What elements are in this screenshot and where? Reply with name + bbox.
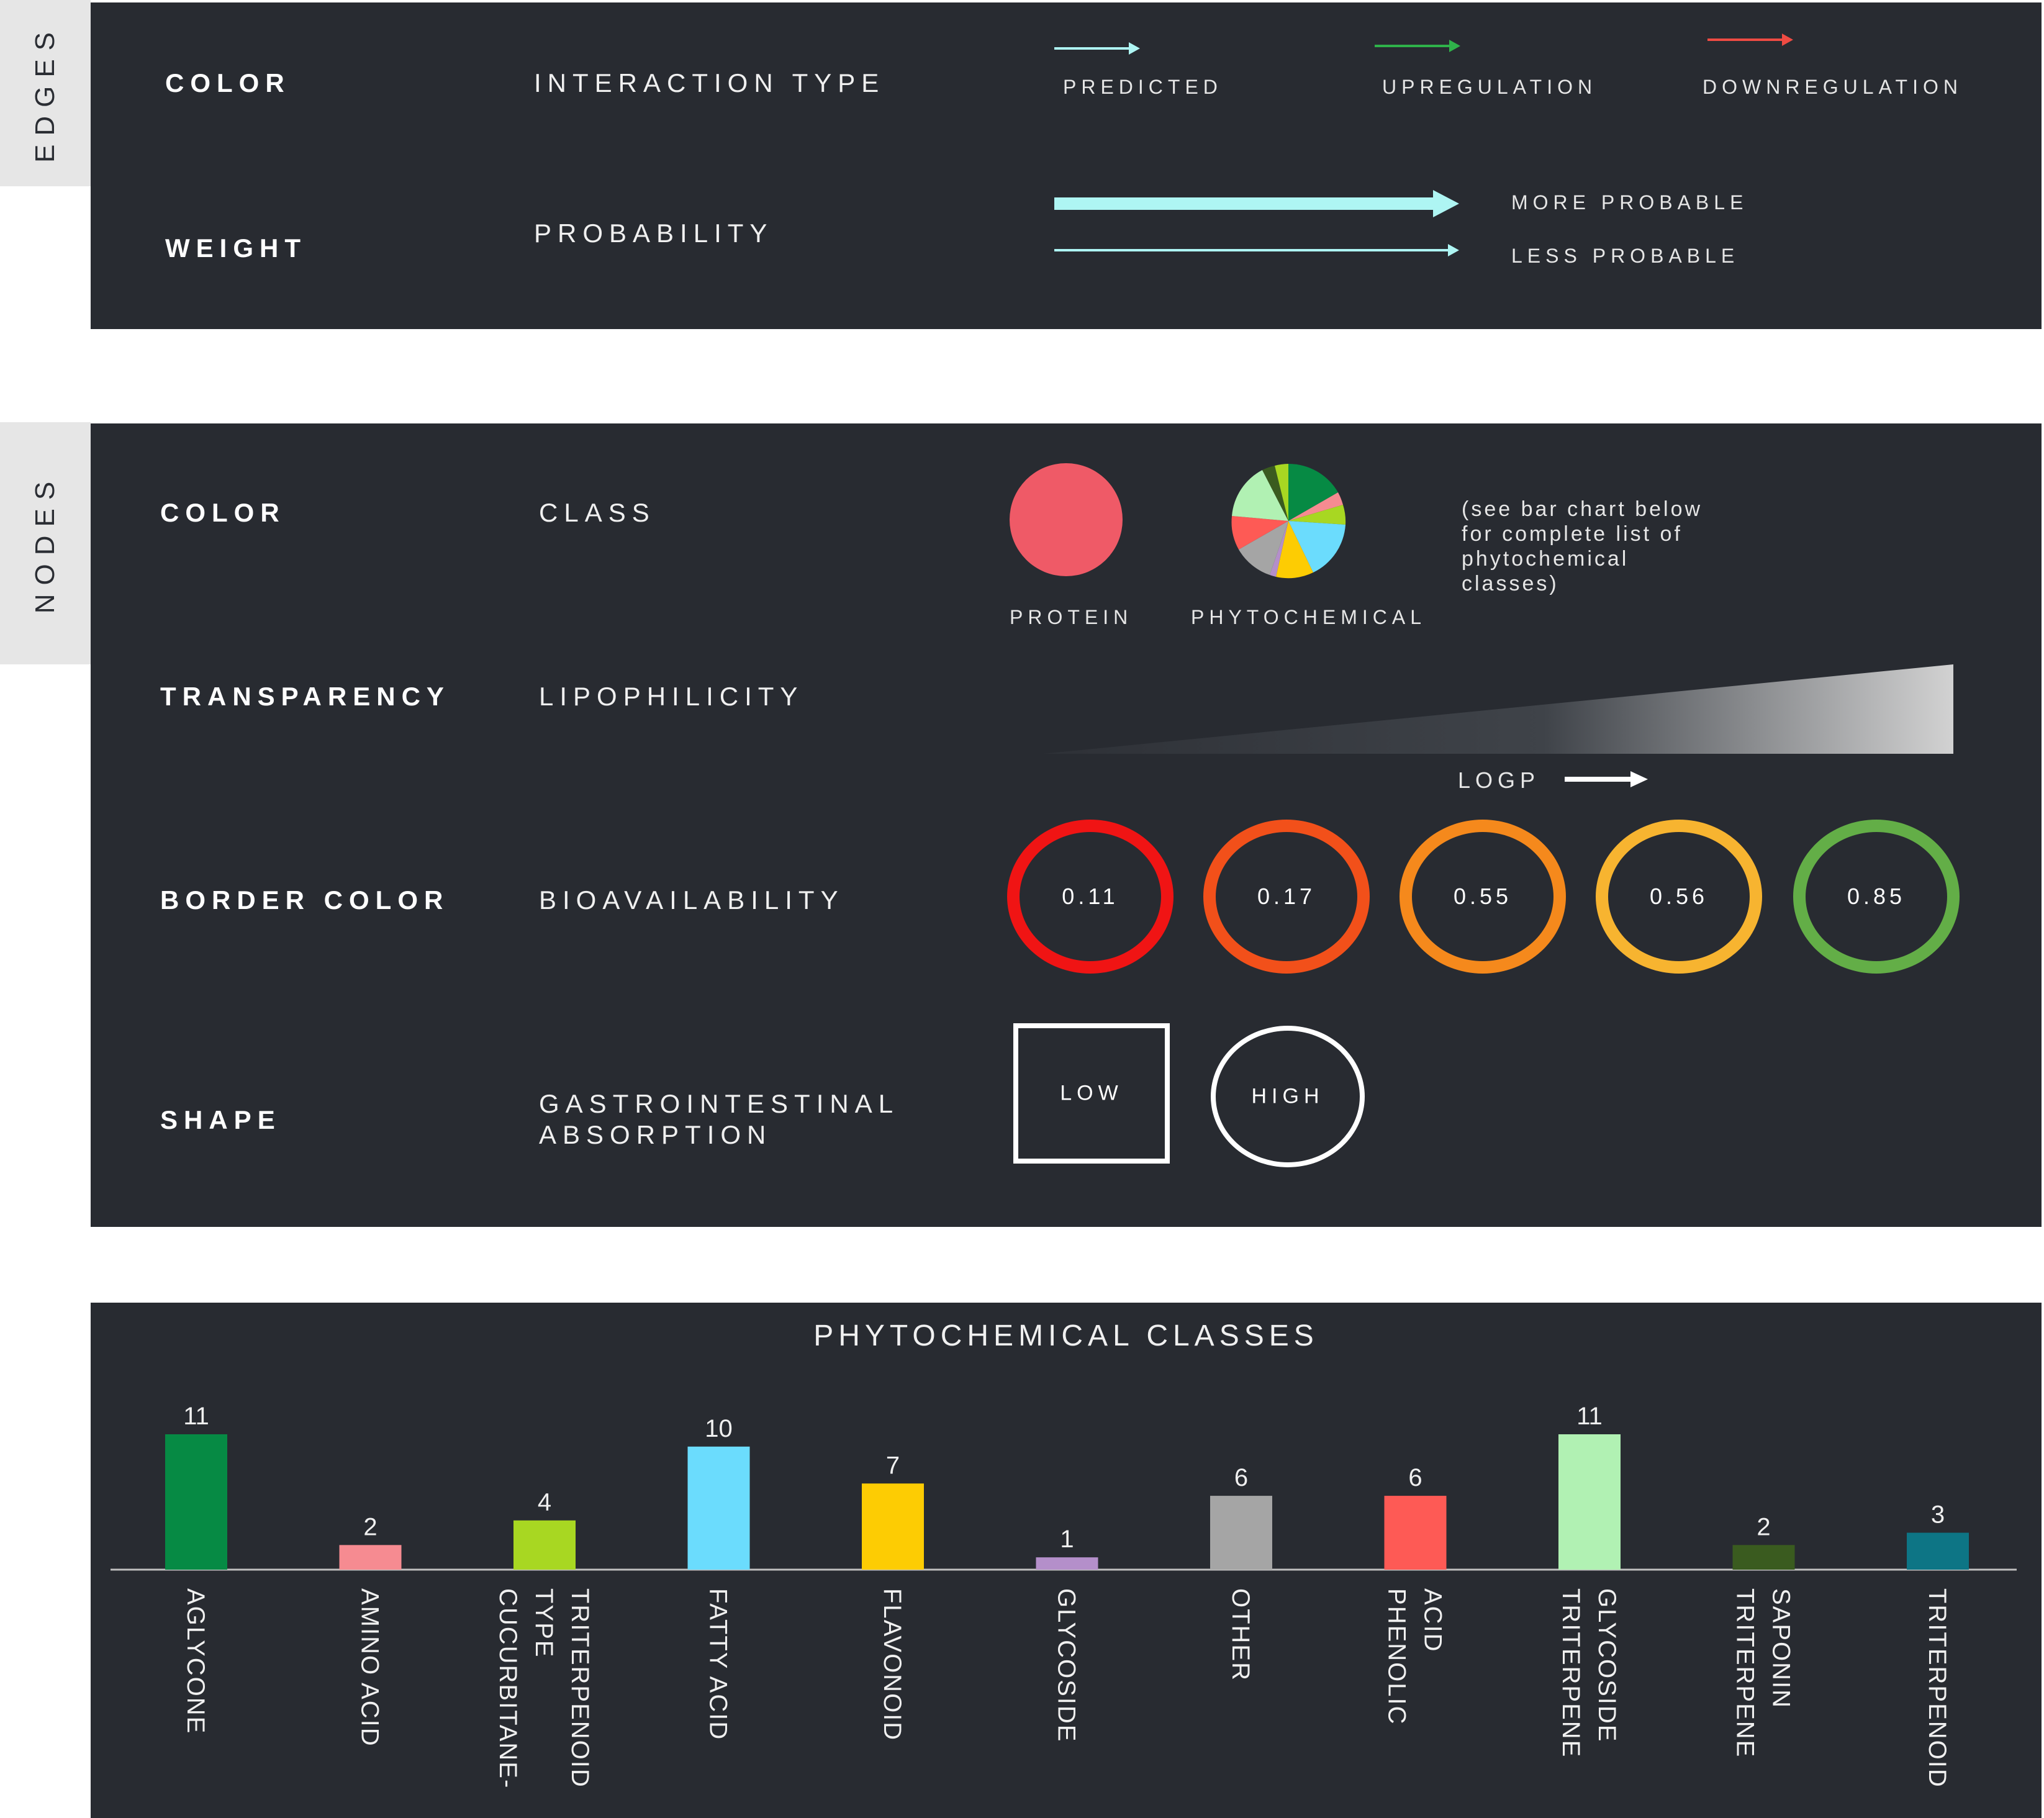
thick-probability-arrow — [1054, 190, 1459, 217]
category-label-line: FLAVONOID — [879, 1588, 906, 1741]
edges-section-label: EDGES — [30, 23, 60, 163]
bar-value-label: 2 — [1757, 1513, 1770, 1540]
bioavailability-value: 0.55 — [1453, 884, 1513, 909]
bar — [862, 1483, 924, 1570]
bar-value-label: 4 — [538, 1489, 551, 1516]
nodes-bioavailability-label: BIOAVAILABILITY — [539, 885, 844, 915]
bar — [1732, 1545, 1795, 1570]
bar — [1558, 1434, 1621, 1570]
bioavailability-value: 0.56 — [1649, 884, 1709, 909]
low-label: LOW — [1060, 1081, 1123, 1105]
category-label: CUCURBITANE- TYPE TRITERPENOID — [494, 1588, 594, 1789]
upregulation-arrow — [1375, 40, 1460, 52]
edges-weight-heading: WEIGHT — [165, 233, 307, 263]
protein-label: PROTEIN — [1010, 606, 1133, 628]
nodes-section-tab: NODES — [0, 422, 91, 664]
bioavailability-value: 0.85 — [1847, 884, 1906, 909]
category-label-line: TRITERPENE — [1732, 1588, 1759, 1758]
nodes-shape-heading: SHAPE — [160, 1105, 281, 1134]
bioavailability-value: 0.11 — [1062, 884, 1119, 909]
category-label-line: ACID — [1419, 1588, 1447, 1653]
bar — [339, 1545, 402, 1570]
category-label-line: TRITERPENE — [1557, 1588, 1585, 1758]
bar — [513, 1520, 576, 1570]
category-label-line: TYPE — [530, 1588, 558, 1658]
nodes-lipophilicity-label: LIPOPHILICITY — [539, 682, 804, 711]
low-absorption-square-node: LOW — [1013, 1023, 1170, 1164]
bar-value-label: 6 — [1234, 1464, 1248, 1491]
category-label: FATTY ACID — [705, 1588, 732, 1740]
bar — [1907, 1532, 1969, 1570]
thin-probability-arrow — [1054, 244, 1459, 256]
phytochemical-label: PHYTOCHEMICAL — [1191, 606, 1427, 628]
bar-value-label: 10 — [705, 1415, 733, 1442]
category-label-line: PHENOLIC — [1383, 1588, 1411, 1725]
bar — [687, 1446, 750, 1570]
nodes-transparency-heading: TRANSPARENCY — [160, 682, 450, 711]
downregulation-arrow — [1707, 34, 1793, 46]
bar-value-label: 11 — [1576, 1403, 1603, 1430]
bioavailability-ring-2: 0.17 — [1203, 820, 1370, 974]
category-label-line: AGLYCONE — [182, 1588, 209, 1734]
nodes-color-heading: COLOR — [160, 498, 286, 527]
bioavailability-ring-5: 0.85 — [1793, 820, 1960, 974]
more-probable-label: MORE PROBABLE — [1511, 191, 1748, 214]
nodes-section-label: NODES — [30, 473, 60, 614]
bar-value-label: 3 — [1931, 1501, 1945, 1529]
nodes-gi-absorption-label-line2: ABSORPTION — [539, 1120, 772, 1149]
edges-section-tab: EDGES — [0, 0, 91, 186]
phytochemical-bar-chart: 11 AGLYCONE 2 AMINO ACID 4 CUCURBITANE- TYPE TR… — [111, 1403, 2017, 1789]
bar-value-label: 7 — [886, 1452, 900, 1479]
category-label: OTHER — [1227, 1588, 1254, 1681]
category-label: GLYCOSIDE — [1053, 1588, 1080, 1742]
bar — [1384, 1496, 1447, 1570]
category-label: FLAVONOID — [879, 1588, 906, 1741]
bar-value-label: 6 — [1408, 1464, 1422, 1491]
bar — [1210, 1496, 1272, 1570]
category-label: TRITERPENE GLYCOSIDE — [1557, 1588, 1621, 1758]
protein-node — [1010, 463, 1123, 576]
nodes-border-color-heading: BORDER COLOR — [160, 885, 450, 915]
category-label-line: SAPONIN — [1768, 1588, 1795, 1709]
category-label: AMINO ACID — [356, 1588, 384, 1747]
category-label-line: FATTY ACID — [705, 1588, 732, 1740]
logp-label: LOGP — [1458, 767, 1540, 793]
category-label-line: GLYCOSIDE — [1593, 1588, 1621, 1742]
edges-color-heading: COLOR — [165, 68, 291, 97]
bar — [165, 1434, 227, 1570]
logp-arrow — [1565, 771, 1648, 787]
predicted-label: PREDICTED — [1063, 76, 1223, 98]
nodes-gi-absorption-label-line1: GASTROINTESTINAL — [539, 1089, 900, 1118]
bar-value-label: 11 — [183, 1403, 209, 1430]
bar-value-label: 1 — [1060, 1526, 1074, 1553]
bar-value-label: 2 — [363, 1513, 377, 1540]
bar — [1036, 1557, 1098, 1570]
less-probable-label: LESS PROBABLE — [1511, 245, 1740, 267]
lipophilicity-gradient-wedge — [1043, 664, 1953, 754]
high-label: HIGH — [1251, 1084, 1324, 1108]
nodes-class-label: CLASS — [539, 498, 656, 527]
category-label: AGLYCONE — [182, 1588, 209, 1734]
category-label: PHENOLIC ACID — [1383, 1588, 1447, 1725]
category-label-line: CUCURBITANE- — [494, 1588, 522, 1789]
category-label-line: TRITERPENOID — [566, 1588, 594, 1788]
downregulation-label: DOWNREGULATION — [1703, 76, 1963, 98]
category-label: TRITERPENE SAPONIN — [1732, 1588, 1795, 1758]
bioavailability-value: 0.17 — [1257, 884, 1316, 909]
category-label-line: OTHER — [1227, 1588, 1254, 1681]
predicted-arrow — [1054, 42, 1140, 55]
upregulation-label: UPREGULATION — [1382, 76, 1598, 98]
bioavailability-ring-3: 0.55 — [1400, 820, 1566, 974]
bioavailability-ring-1: 0.11 — [1007, 820, 1173, 974]
category-label-line: GLYCOSIDE — [1053, 1588, 1080, 1742]
phytochemical-pie-node — [1231, 463, 1346, 579]
category-label: TRITERPENOID — [1924, 1588, 1951, 1788]
edges-probability-label: PROBABILITY — [534, 219, 774, 248]
category-label-line: AMINO ACID — [356, 1588, 384, 1747]
bioavailability-ring-4: 0.56 — [1596, 820, 1762, 974]
edges-interaction-type-label: INTERACTION TYPE — [534, 68, 885, 97]
category-label-line: TRITERPENOID — [1924, 1588, 1951, 1788]
class-note: (see bar chart below for complete list o… — [1462, 497, 1703, 595]
high-absorption-circle-node: HIGH — [1211, 1026, 1365, 1167]
